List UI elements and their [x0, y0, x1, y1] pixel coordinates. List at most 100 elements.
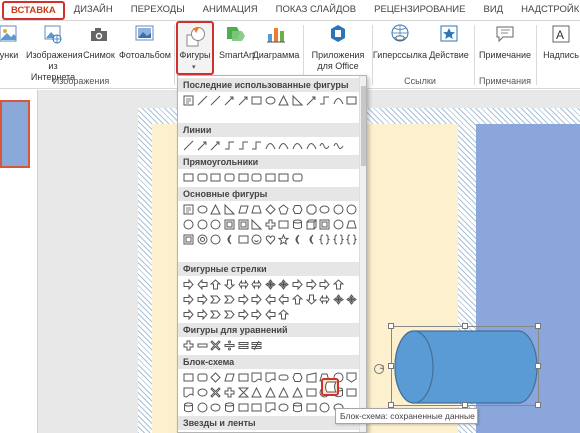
- tab-addins[interactable]: НАДСТРОЙКИ: [512, 0, 580, 20]
- shape-option[interactable]: [182, 278, 196, 291]
- shape-option[interactable]: [250, 94, 264, 107]
- tab-insert[interactable]: ВСТАВКА: [2, 0, 65, 20]
- shape-option[interactable]: [291, 233, 305, 246]
- shape-option[interactable]: [277, 308, 291, 321]
- shape-option[interactable]: [223, 308, 237, 321]
- shape-option[interactable]: [345, 386, 359, 399]
- shape-option[interactable]: [223, 218, 237, 231]
- resize-handle[interactable]: [535, 363, 541, 369]
- shape-option[interactable]: [318, 278, 332, 291]
- shape-option[interactable]: [196, 171, 210, 184]
- shape-option[interactable]: [209, 171, 223, 184]
- shape-option[interactable]: [236, 171, 250, 184]
- shape-option[interactable]: [196, 218, 210, 231]
- shape-option[interactable]: [304, 386, 318, 399]
- shape-option[interactable]: [196, 278, 210, 291]
- shape-option[interactable]: [236, 401, 250, 414]
- tab-transitions[interactable]: ПЕРЕХОДЫ: [122, 0, 194, 20]
- apps-for-office-button[interactable]: Приложения для Office: [306, 23, 370, 72]
- shape-option[interactable]: [277, 278, 291, 291]
- shape-option[interactable]: [277, 371, 291, 384]
- shape-option[interactable]: [223, 171, 237, 184]
- shape-option[interactable]: [209, 293, 223, 306]
- shape-option[interactable]: [223, 386, 237, 399]
- shape-option[interactable]: [196, 371, 210, 384]
- shape-option[interactable]: [236, 386, 250, 399]
- shape-option[interactable]: [196, 94, 210, 107]
- shape-option[interactable]: [236, 308, 250, 321]
- online-images-button[interactable]: Изображения из Интернета: [26, 23, 83, 83]
- shape-option[interactable]: [291, 171, 305, 184]
- shape-option[interactable]: [264, 218, 278, 231]
- resize-handle[interactable]: [388, 363, 394, 369]
- shape-option[interactable]: [277, 218, 291, 231]
- shape-option[interactable]: [291, 278, 305, 291]
- comment-button[interactable]: Примечание: [474, 23, 536, 61]
- shape-option[interactable]: [236, 233, 250, 246]
- shape-option[interactable]: [209, 203, 223, 216]
- shape-option[interactable]: [250, 218, 264, 231]
- shape-option[interactable]: [291, 139, 305, 152]
- shape-option[interactable]: [182, 293, 196, 306]
- tab-design[interactable]: ДИЗАЙН: [65, 0, 122, 20]
- shape-option[interactable]: [196, 233, 210, 246]
- shape-option[interactable]: [209, 308, 223, 321]
- shape-option[interactable]: [277, 139, 291, 152]
- shape-option[interactable]: [332, 139, 346, 152]
- photo-album-button[interactable]: Фотоальбом: [116, 23, 174, 61]
- shape-option[interactable]: [223, 94, 237, 107]
- shape-option[interactable]: [182, 233, 196, 246]
- slide-thumbnail[interactable]: [0, 100, 30, 168]
- shape-option[interactable]: [332, 278, 346, 291]
- chart-button[interactable]: Диаграмма: [252, 23, 300, 61]
- shape-option[interactable]: [277, 386, 291, 399]
- shape-option[interactable]: [182, 339, 196, 352]
- shape-option[interactable]: [209, 139, 223, 152]
- shape-option[interactable]: [304, 371, 318, 384]
- shape-option[interactable]: [182, 218, 196, 231]
- tab-review[interactable]: РЕЦЕНЗИРОВАНИЕ: [365, 0, 474, 20]
- shape-option[interactable]: [345, 233, 359, 246]
- shape-option[interactable]: [318, 203, 332, 216]
- textbox-button[interactable]: A Надпись: [538, 23, 580, 61]
- shape-option[interactable]: [264, 94, 278, 107]
- resize-handle[interactable]: [462, 323, 468, 329]
- shape-option[interactable]: [196, 401, 210, 414]
- shape-option[interactable]: [304, 233, 318, 246]
- shape-option[interactable]: [236, 203, 250, 216]
- gallery-scrollbar[interactable]: [359, 76, 366, 432]
- resize-handle[interactable]: [535, 323, 541, 329]
- shape-option[interactable]: [209, 339, 223, 352]
- shape-option[interactable]: [250, 278, 264, 291]
- shape-option[interactable]: [250, 339, 264, 352]
- shape-option[interactable]: [291, 386, 305, 399]
- shape-option[interactable]: [250, 171, 264, 184]
- hyperlink-button[interactable]: Гиперссылка: [372, 23, 428, 61]
- shape-option[interactable]: [264, 233, 278, 246]
- shape-option[interactable]: [182, 203, 196, 216]
- resize-handle[interactable]: [535, 402, 541, 408]
- shape-option[interactable]: [304, 218, 318, 231]
- shape-option[interactable]: [264, 308, 278, 321]
- shape-option[interactable]: [250, 139, 264, 152]
- shape-option[interactable]: [223, 203, 237, 216]
- shape-option[interactable]: [209, 233, 223, 246]
- shape-option[interactable]: [236, 218, 250, 231]
- shape-option[interactable]: [223, 339, 237, 352]
- shape-option[interactable]: [318, 401, 332, 414]
- resize-handle[interactable]: [388, 323, 394, 329]
- shape-option[interactable]: [223, 233, 237, 246]
- shapes-button[interactable]: Фигуры ▾: [176, 21, 214, 75]
- tab-animation[interactable]: АНИМАЦИЯ: [194, 0, 267, 20]
- shape-option[interactable]: [182, 386, 196, 399]
- shape-option[interactable]: [291, 203, 305, 216]
- shape-option[interactable]: [236, 94, 250, 107]
- shape-option[interactable]: [223, 293, 237, 306]
- shape-option[interactable]: [277, 171, 291, 184]
- shape-option[interactable]: [223, 278, 237, 291]
- shape-option[interactable]: [264, 278, 278, 291]
- shape-option[interactable]: [264, 293, 278, 306]
- shape-option[interactable]: [345, 218, 359, 231]
- shape-option[interactable]: [250, 203, 264, 216]
- shape-option[interactable]: [264, 401, 278, 414]
